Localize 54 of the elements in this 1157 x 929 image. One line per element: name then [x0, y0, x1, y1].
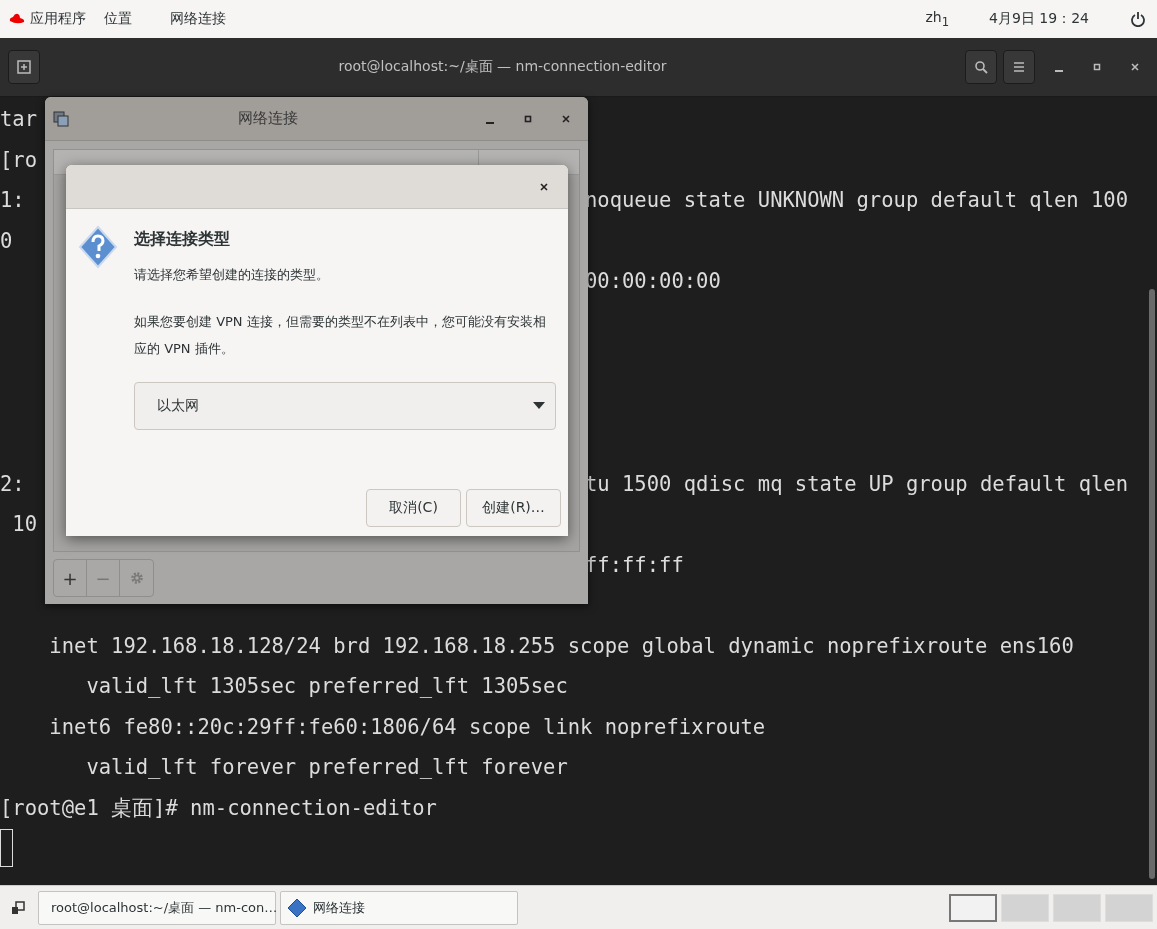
close-icon	[539, 181, 549, 192]
menu-icon	[1013, 61, 1025, 73]
dialog-note: 如果您要创建 VPN 连接，但需要的类型不在列表中，您可能没有安装相应的 VPN 插件。	[134, 313, 547, 358]
gear-icon	[128, 570, 145, 586]
terminal-line: 10	[12, 512, 37, 536]
terminal-line: [ro	[0, 147, 38, 172]
cancel-button[interactable]: 取消(C)	[366, 489, 461, 527]
terminal-line: 1:	[0, 188, 25, 212]
taskbar-button[interactable]: 网络连接	[280, 890, 518, 925]
search-button[interactable]	[965, 50, 997, 84]
terminal-line: ff:ff:ff	[585, 551, 684, 579]
taskbar-button[interactable]: root@localhost:~/桌面 — nm-con…	[38, 890, 276, 925]
input-method-indicator[interactable]: zh$_{1}$	[925, 9, 950, 29]
power-icon	[1131, 11, 1145, 27]
close-icon	[561, 113, 571, 124]
network-icon	[53, 110, 69, 127]
terminal-line: valid_lft 1305sec preferred_lft 1305sec	[86, 674, 568, 698]
window-list-icon	[10, 899, 26, 916]
maximize-icon	[1092, 62, 1102, 72]
workspace-switcher[interactable]	[949, 893, 997, 922]
terminal-line: 2:	[0, 471, 25, 496]
maximize-icon	[523, 113, 533, 124]
terminal-line: inet 192.168.18.128/24 brd 192.168.18.255 scope global dynamic noprefixroute ens160	[49, 633, 1074, 658]
caret-icon	[533, 402, 545, 410]
terminal-line: valid_lft forever preferred_lft forever	[86, 755, 568, 779]
window-title: root@localhost:~/桌面 — nm-connection-editor	[337, 58, 668, 76]
dialog-title: 选择连接类型	[134, 229, 231, 250]
terminal-line: tar	[0, 107, 38, 131]
minimize-icon	[486, 121, 494, 124]
terminal-line: 0	[0, 228, 13, 253]
terminal-line: noqueue state UNKNOWN group default qlen 100	[585, 187, 1129, 214]
hat-icon	[8, 13, 26, 25]
close-icon	[1130, 62, 1140, 72]
menu-item[interactable]: 网络连接	[170, 10, 226, 28]
diamond-icon	[287, 897, 307, 918]
terminal-line: 00:00:00:00	[585, 268, 721, 295]
menu-item[interactable]: 位置	[104, 10, 132, 28]
new-tab-icon	[17, 60, 31, 74]
dialog-message: 请选择您希望创建的连接的类型。	[134, 266, 330, 284]
scrollbar[interactable]	[1149, 289, 1155, 879]
terminal-line: [root@e1 桌面]# nm-connection-editor	[0, 795, 437, 820]
minimize-icon	[1055, 70, 1063, 72]
terminal-line: inet6 fe80::20c:29ff:fe60:1806/64 scope link noprefixroute	[49, 714, 766, 739]
menu-button[interactable]	[1003, 50, 1035, 84]
clock[interactable]: 4月9日 19：24	[989, 10, 1089, 28]
create-button[interactable]: 创建(R)…	[466, 489, 561, 527]
search-icon	[974, 60, 988, 74]
menu-item[interactable]: 应用程序	[30, 10, 86, 28]
window-title: 网络连接	[236, 109, 299, 128]
text-cursor	[0, 829, 13, 867]
connection-type-select[interactable]: 以太网	[134, 382, 556, 430]
add-button[interactable]: +	[54, 560, 87, 596]
terminal-line: tu 1500 qdisc mq state UP group default qlen	[585, 470, 1129, 498]
new-tab-button[interactable]	[8, 50, 40, 84]
